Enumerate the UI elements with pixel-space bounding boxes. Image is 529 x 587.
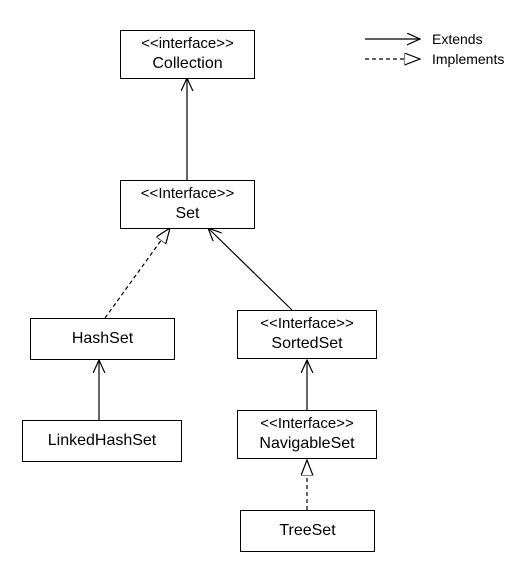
diagram-edges [0, 0, 529, 587]
node-sortedset: <<Interface>> SortedSet [237, 310, 377, 359]
stereotype: <<interface>> [121, 35, 254, 54]
class-name: HashSet [31, 329, 174, 349]
legend-extends-label: Extends [432, 31, 483, 47]
node-hashset: HashSet [30, 318, 175, 360]
node-set: <<Interface>> Set [120, 180, 255, 229]
class-name: Collection [121, 54, 254, 74]
node-collection: <<interface>> Collection [120, 30, 255, 79]
stereotype: <<Interface>> [121, 185, 254, 204]
class-name: Set [121, 204, 254, 224]
class-name: SortedSet [238, 334, 376, 354]
node-linkedhashset: LinkedHashSet [22, 420, 182, 462]
stereotype: <<Interface>> [238, 315, 376, 334]
node-navigableset: <<Interface>> NavigableSet [237, 410, 377, 459]
legend-implements-label: Implements [432, 51, 504, 67]
class-name: NavigableSet [238, 434, 376, 454]
node-treeset: TreeSet [240, 510, 375, 552]
class-name: TreeSet [241, 521, 374, 541]
stereotype: <<Interface>> [238, 415, 376, 434]
class-name: LinkedHashSet [23, 431, 181, 451]
